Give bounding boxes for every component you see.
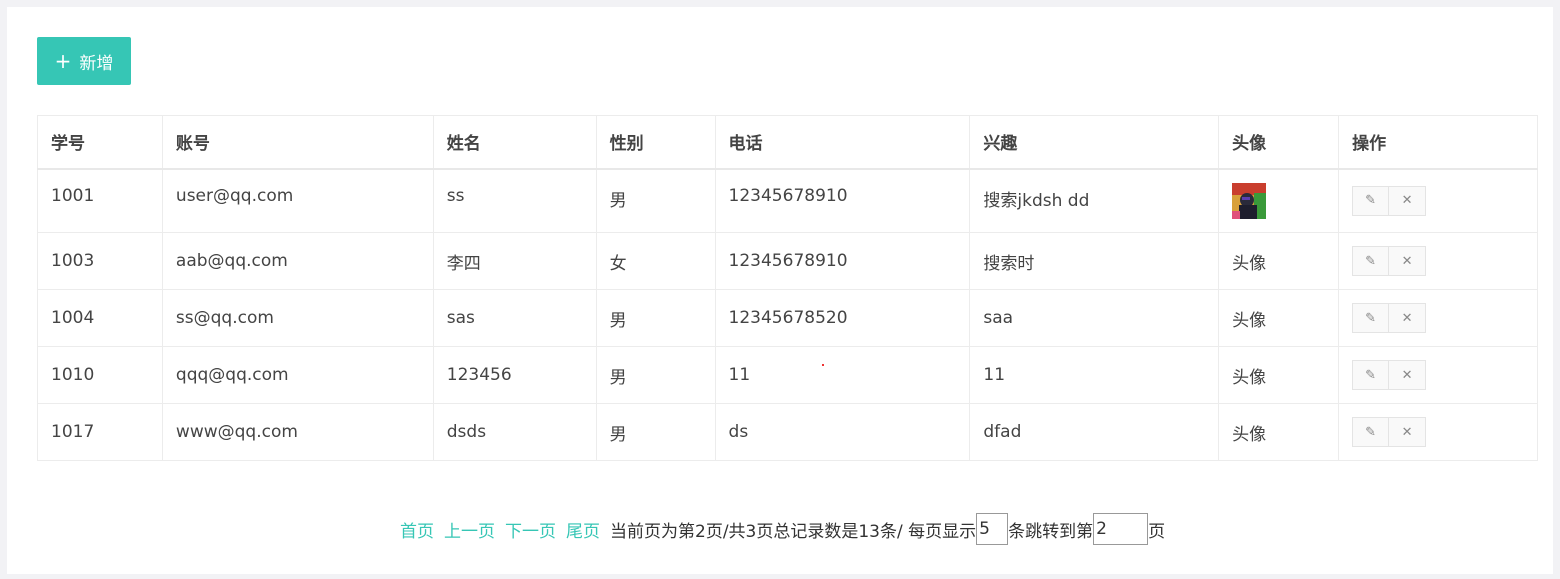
last-page-link[interactable]: 尾页	[566, 517, 600, 542]
delete-button[interactable]: ✕	[1389, 303, 1427, 333]
table-row: 1003 aab@qq.com 李四 女 12345678910 搜索时 头像 …	[37, 232, 1538, 290]
table-row: 1010 qqq@qq.com 123456 男 11 11 头像 ✎ ✕	[37, 346, 1538, 404]
header-actions: 操作	[1338, 115, 1538, 170]
cell-id: 1003	[37, 232, 163, 290]
pencil-icon: ✎	[1365, 193, 1377, 209]
cell-name: ss	[432, 168, 597, 233]
first-page-link[interactable]: 首页	[400, 517, 434, 542]
pencil-icon: ✎	[1365, 424, 1377, 440]
cell-gender: 男	[595, 168, 716, 233]
stray-dot	[822, 364, 824, 366]
edit-button[interactable]: ✎	[1352, 417, 1390, 447]
avatar-image	[1232, 182, 1267, 219]
cell-actions: ✎ ✕	[1338, 403, 1538, 461]
cell-id: 1017	[37, 403, 163, 461]
jump-page-input[interactable]	[1093, 513, 1149, 545]
edit-button[interactable]: ✎	[1352, 246, 1390, 276]
cell-name: dsds	[432, 403, 597, 461]
cell-phone: 12345678910	[714, 168, 971, 233]
cell-account: www@qq.com	[161, 403, 434, 461]
table-row: 1004 ss@qq.com sas 男 12345678520 saa 头像 …	[37, 289, 1538, 347]
close-icon: ✕	[1401, 253, 1413, 269]
cell-id: 1010	[37, 346, 163, 404]
cell-hobby: saa	[969, 289, 1220, 347]
header-gender: 性别	[595, 115, 716, 170]
cell-gender: 男	[595, 403, 716, 461]
page-size-input[interactable]	[976, 513, 1009, 545]
cell-id: 1001	[37, 168, 163, 233]
edit-button[interactable]: ✎	[1352, 303, 1390, 333]
close-icon: ✕	[1401, 367, 1413, 383]
cell-avatar: 头像	[1218, 346, 1340, 404]
cell-gender: 女	[595, 232, 716, 290]
cell-name: 123456	[432, 346, 597, 404]
cell-avatar: 头像	[1218, 403, 1340, 461]
header-phone: 电话	[714, 115, 971, 170]
next-page-link[interactable]: 下一页	[505, 517, 556, 542]
cell-account: qqq@qq.com	[161, 346, 434, 404]
delete-button[interactable]: ✕	[1389, 417, 1427, 447]
cell-account: user@qq.com	[161, 168, 434, 233]
header-id: 学号	[37, 115, 163, 170]
delete-button[interactable]: ✕	[1389, 246, 1427, 276]
add-button[interactable]: + 新增	[37, 37, 131, 85]
delete-button[interactable]: ✕	[1389, 360, 1427, 390]
pagination: 首页 上一页 下一页 尾页 当前页为第2页/共3页总记录数是13条/ 每页显示 …	[400, 513, 1165, 545]
cell-account: aab@qq.com	[161, 232, 434, 290]
pencil-icon: ✎	[1365, 367, 1377, 383]
header-account: 账号	[161, 115, 434, 170]
cell-gender: 男	[595, 346, 716, 404]
cell-avatar: 头像	[1218, 289, 1340, 347]
cell-actions: ✎ ✕	[1338, 346, 1538, 404]
table-row: 1001 user@qq.com ss 男 12345678910 搜索jkds…	[37, 168, 1538, 233]
main-panel: + 新增 学号 账号 姓名 性别 电话 兴趣 头像 操作 1001 user@q…	[7, 7, 1553, 574]
cell-account: ss@qq.com	[161, 289, 434, 347]
cell-hobby: 11	[969, 346, 1220, 404]
table-row: 1017 www@qq.com dsds 男 ds dfad 头像 ✎ ✕	[37, 403, 1538, 461]
edit-button[interactable]: ✎	[1352, 360, 1390, 390]
cell-hobby: 搜索jkdsh dd	[969, 168, 1220, 233]
close-icon: ✕	[1401, 310, 1413, 326]
table-header-row: 学号 账号 姓名 性别 电话 兴趣 头像 操作	[37, 115, 1538, 170]
cell-actions: ✎ ✕	[1338, 289, 1538, 347]
cell-phone: 11	[714, 346, 971, 404]
cell-phone: ds	[714, 403, 971, 461]
header-hobby: 兴趣	[969, 115, 1220, 170]
plus-icon: +	[54, 49, 72, 73]
edit-button[interactable]: ✎	[1352, 185, 1390, 216]
add-button-label: 新增	[79, 53, 114, 74]
jump-label: 条跳转到第	[1008, 521, 1094, 542]
page-suffix: 页	[1148, 521, 1166, 542]
page-info: 当前页为第2页/共3页总记录数是13条/ 每页显示	[610, 521, 977, 542]
cell-hobby: dfad	[969, 403, 1220, 461]
cell-actions: ✎ ✕	[1338, 232, 1538, 290]
cell-name: sas	[432, 289, 597, 347]
student-table: 学号 账号 姓名 性别 电话 兴趣 头像 操作 1001 user@qq.com…	[37, 115, 1538, 461]
delete-button[interactable]: ✕	[1389, 185, 1427, 216]
close-icon: ✕	[1401, 424, 1413, 440]
cell-gender: 男	[595, 289, 716, 347]
cell-avatar	[1218, 168, 1340, 233]
cell-avatar: 头像	[1218, 232, 1340, 290]
cell-name: 李四	[432, 232, 597, 290]
cell-hobby: 搜索时	[969, 232, 1220, 290]
prev-page-link[interactable]: 上一页	[444, 517, 495, 542]
pencil-icon: ✎	[1365, 310, 1377, 326]
cell-phone: 12345678910	[714, 232, 971, 290]
header-name: 姓名	[432, 115, 597, 170]
cell-actions: ✎ ✕	[1338, 168, 1538, 233]
header-avatar: 头像	[1218, 115, 1340, 170]
pencil-icon: ✎	[1365, 253, 1377, 269]
cell-phone: 12345678520	[714, 289, 971, 347]
cell-id: 1004	[37, 289, 163, 347]
close-icon: ✕	[1401, 193, 1413, 209]
